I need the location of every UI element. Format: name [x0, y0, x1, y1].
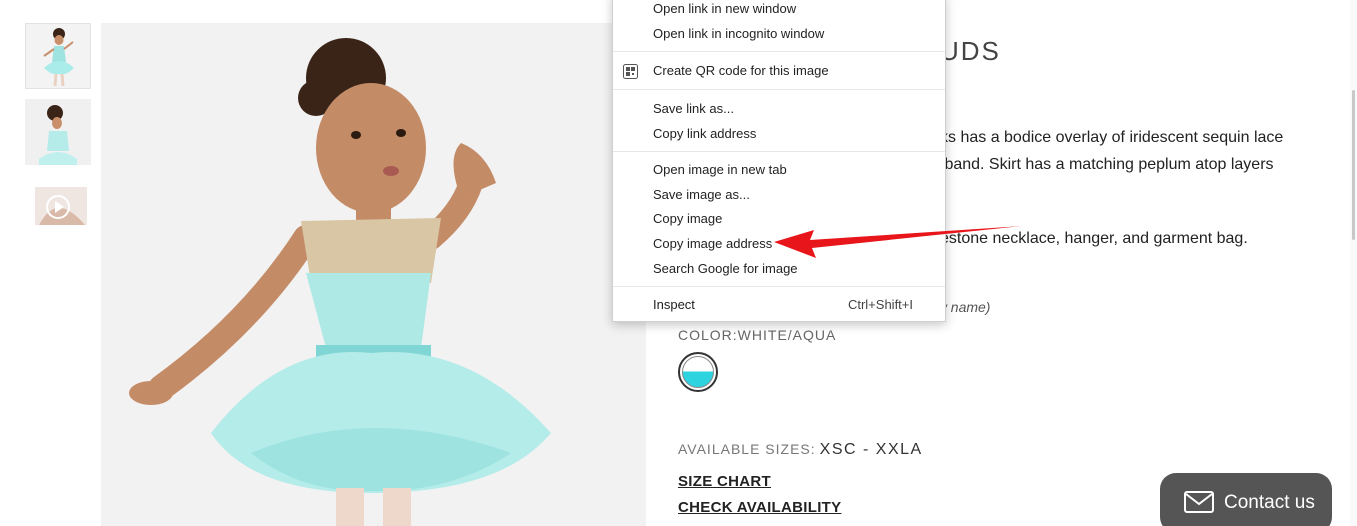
menu-item-label: Save link as... — [653, 101, 734, 116]
description-line: tband. Skirt has a matching peplum atop … — [940, 156, 1274, 173]
menu-item-label: Copy image address — [653, 236, 773, 251]
sizes-value: XSC - XXLA — [819, 441, 923, 458]
color-swatch-white-aqua[interactable] — [678, 352, 718, 392]
product-page: UDS ks has a bodice overlay of iridescen… — [0, 0, 1357, 526]
menu-item-label: Search Google for image — [653, 261, 798, 276]
menu-copy-image-address[interactable]: Copy image address — [613, 232, 945, 256]
menu-save-link-as[interactable]: Save link as... — [613, 97, 945, 121]
inspect-shortcut: Ctrl+Shift+I — [847, 297, 913, 312]
thumbnail-front[interactable] — [25, 23, 91, 89]
menu-item-label: Save image as... — [653, 187, 750, 202]
included-items-text: estone necklace, hanger, and garment bag… — [940, 230, 1248, 247]
menu-copy-image[interactable]: Copy image — [613, 207, 945, 231]
page-scrollbar[interactable] — [1350, 0, 1357, 526]
qr-code-icon — [623, 64, 638, 79]
menu-inspect[interactable]: Inspect Ctrl+Shift+I — [613, 293, 945, 317]
menu-item-label: Open link in incognito window — [653, 26, 825, 41]
mail-icon — [1184, 491, 1214, 513]
color-label: COLOR:WHITE/AQUA — [678, 327, 837, 343]
product-title: UDS — [940, 36, 1001, 66]
thumbnail-video[interactable] — [25, 175, 91, 225]
check-availability-link[interactable]: CHECK AVAILABILITY — [678, 499, 841, 516]
menu-separator — [613, 89, 945, 90]
menu-item-label: Create QR code for this image — [653, 63, 829, 78]
menu-separator — [613, 286, 945, 287]
menu-save-image-as[interactable]: Save image as... — [613, 183, 945, 207]
thumbnail-back[interactable] — [25, 99, 91, 165]
contact-us-button[interactable]: Contact us — [1160, 473, 1332, 526]
menu-item-label: Inspect — [653, 297, 695, 312]
menu-item-label: Open link in new window — [653, 1, 797, 16]
thumbnail-list — [25, 23, 91, 235]
menu-open-image-new-tab[interactable]: Open image in new tab — [613, 158, 945, 182]
size-chart-link[interactable]: SIZE CHART — [678, 473, 771, 490]
sizes-label: AVAILABLE SIZES: — [678, 441, 816, 457]
menu-item-label: Copy image — [653, 211, 723, 226]
menu-create-qr-code[interactable]: Create QR code for this image — [613, 59, 945, 83]
contact-us-label: Contact us — [1224, 492, 1315, 513]
description-line: ks has a bodice overlay of iridescent se… — [940, 129, 1284, 146]
available-sizes: AVAILABLE SIZES: XSC - XXLA — [678, 441, 923, 459]
context-menu: Open link in new window Open link in inc… — [612, 0, 946, 322]
menu-separator — [613, 51, 945, 52]
menu-open-link-new-window[interactable]: Open link in new window — [613, 0, 945, 21]
menu-item-label: Copy link address — [653, 126, 757, 141]
menu-item-label: Open image in new tab — [653, 162, 787, 177]
menu-search-google-image[interactable]: Search Google for image — [613, 257, 945, 281]
menu-separator — [613, 151, 945, 152]
scrollbar-thumb[interactable] — [1352, 90, 1355, 240]
swatch-fill — [682, 356, 714, 388]
menu-open-link-incognito[interactable]: Open link in incognito window — [613, 22, 945, 46]
product-description: ks has a bodice overlay of iridescent se… — [940, 124, 1318, 178]
menu-copy-link-address[interactable]: Copy link address — [613, 122, 945, 146]
main-product-image[interactable] — [101, 23, 646, 526]
